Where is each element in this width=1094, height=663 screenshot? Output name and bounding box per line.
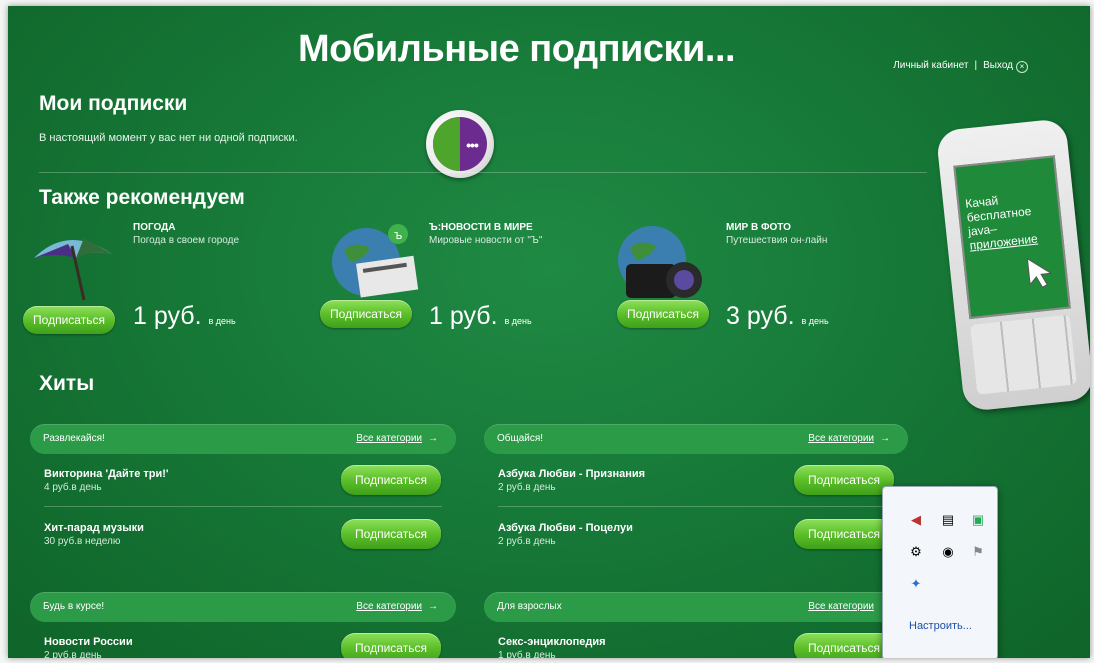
all-categories-link[interactable]: Все категории → bbox=[356, 433, 438, 444]
item-divider bbox=[498, 506, 894, 507]
subscribe-button[interactable]: Подписаться bbox=[794, 519, 894, 549]
list-item: Новости России 2 руб.в день bbox=[44, 636, 133, 658]
item-title: Викторина 'Дайте три!' bbox=[44, 468, 169, 480]
close-icon[interactable]: × bbox=[1016, 61, 1028, 73]
list-item: Азбука Любви - Признания 2 руб.в день bbox=[498, 468, 645, 493]
item-price: 2 руб.в день bbox=[44, 650, 102, 658]
price: 1 руб. в день bbox=[133, 302, 236, 331]
subscribe-button[interactable]: Подписаться bbox=[341, 519, 441, 549]
category-bar: Для взрослых Все категории→ bbox=[484, 592, 908, 622]
all-categories-label: Все категории bbox=[808, 601, 874, 612]
recommend-subtitle: Мировые новости от "Ъ" bbox=[429, 235, 543, 246]
logout-link[interactable]: Выход bbox=[983, 60, 1013, 71]
subscribe-button[interactable]: Подписаться bbox=[23, 306, 115, 334]
item-title: Хит-парад музыки bbox=[44, 522, 144, 534]
price-period: в день bbox=[208, 316, 236, 326]
recommend-heading: Также рекомендуем bbox=[39, 186, 245, 209]
separator: | bbox=[974, 60, 978, 71]
cd-icon[interactable]: ◉ bbox=[939, 543, 957, 561]
all-categories-link[interactable]: Все категории → bbox=[356, 601, 438, 612]
my-subscriptions-empty-text: В настоящий момент у вас нет ни одной по… bbox=[39, 132, 298, 144]
all-categories-link[interactable]: Все категории→ bbox=[808, 601, 890, 612]
recommend-title: ПОГОДА bbox=[133, 222, 176, 233]
recommend-subtitle: Погода в своем городе bbox=[133, 235, 240, 246]
page: Мобильные подписки... Личный кабинет | Вых… bbox=[8, 6, 1090, 658]
my-subscriptions-heading: Мои подписки bbox=[39, 92, 188, 115]
arrow-right-icon: → bbox=[428, 433, 438, 444]
item-price: 2 руб.в день bbox=[498, 482, 556, 493]
globe-camera-icon bbox=[612, 220, 712, 304]
top-links: Личный кабинет | Выход × bbox=[893, 60, 1028, 73]
megafon-logo: ••• bbox=[426, 110, 494, 178]
category-name: Будь в курсе! bbox=[43, 601, 105, 612]
list-item: Хит-парад музыки 30 руб.в неделю bbox=[44, 522, 144, 547]
item-price: 30 руб.в неделю bbox=[44, 536, 121, 547]
category-name: Для взрослых bbox=[497, 601, 562, 612]
phone-promo-banner[interactable]: Качай бесплатное java– приложение bbox=[935, 117, 1090, 413]
all-categories-label: Все категории bbox=[356, 433, 422, 444]
category-name: Общайся! bbox=[497, 433, 544, 444]
recommend-item-photo: МИР В ФОТО Путешествия он-лайн bbox=[726, 222, 827, 246]
bluetooth-icon[interactable]: ✦ bbox=[907, 575, 925, 593]
account-link[interactable]: Личный кабинет bbox=[893, 60, 968, 71]
cursor-arrow-icon bbox=[1026, 257, 1053, 288]
category-bar: Общайся! Все категории → bbox=[484, 424, 908, 454]
tray-overflow-popup: ◀ ▤ ▣ ⚙ ◉ ⚑ ✦ Настроить... bbox=[882, 486, 998, 658]
svg-text:ъ: ъ bbox=[394, 228, 402, 242]
section-divider bbox=[39, 172, 927, 173]
price-value: 1 руб. bbox=[133, 302, 202, 330]
category-name: Развлекайся! bbox=[43, 433, 105, 444]
gear-icon[interactable]: ⚙ bbox=[907, 543, 925, 561]
all-categories-label: Все категории bbox=[356, 601, 422, 612]
item-price: 2 руб.в день bbox=[498, 536, 556, 547]
list-item: Азбука Любви - Поцелуи 2 руб.в день bbox=[498, 522, 633, 547]
subscribe-button[interactable]: Подписаться bbox=[341, 465, 441, 495]
arrow-right-icon: → bbox=[428, 601, 438, 612]
umbrella-icon bbox=[28, 224, 118, 304]
network-icon[interactable]: ▣ bbox=[969, 511, 987, 529]
phone-promo-text: Качай бесплатное java– приложение bbox=[965, 190, 1039, 252]
recommend-title: Ъ:НОВОСТИ В МИРЕ bbox=[429, 222, 533, 233]
list-item: Викторина 'Дайте три!' 4 руб.в день bbox=[44, 468, 169, 493]
flag-icon[interactable]: ⚑ bbox=[969, 543, 987, 561]
arrow-right-icon: → bbox=[880, 433, 890, 444]
subscribe-button[interactable]: Подписаться bbox=[794, 465, 894, 495]
item-title: Азбука Любви - Поцелуи bbox=[498, 522, 633, 534]
item-price: 1 руб.в день bbox=[498, 650, 556, 658]
item-title: Секс-энциклопедия bbox=[498, 636, 606, 648]
all-categories-link[interactable]: Все категории → bbox=[808, 433, 890, 444]
speaker-icon[interactable]: ◀ bbox=[907, 511, 925, 529]
page-title: Мобильные подписки... bbox=[298, 28, 736, 70]
film-icon[interactable]: ▤ bbox=[939, 511, 957, 529]
item-divider bbox=[44, 506, 442, 507]
category-bar: Развлекайся! Все категории → bbox=[30, 424, 456, 454]
list-item: Секс-энциклопедия 1 руб.в день bbox=[498, 636, 606, 658]
subscribe-button[interactable]: Подписаться bbox=[794, 633, 894, 658]
phone-screen: Качай бесплатное java– приложение bbox=[953, 155, 1071, 320]
category-bar: Будь в курсе! Все категории → bbox=[30, 592, 456, 622]
globe-newspaper-icon: ъ bbox=[324, 220, 424, 300]
recommend-item-news: Ъ:НОВОСТИ В МИРЕ Мировые новости от "Ъ" bbox=[429, 222, 542, 246]
subscribe-button[interactable]: Подписаться bbox=[320, 300, 412, 328]
price: 1 руб. в день bbox=[429, 302, 532, 331]
all-categories-label: Все категории bbox=[808, 433, 874, 444]
subscribe-button[interactable]: Подписаться bbox=[617, 300, 709, 328]
hits-heading: Хиты bbox=[39, 372, 95, 395]
price-value: 1 руб. bbox=[429, 302, 498, 330]
recommend-item-weather: ПОГОДА Погода в своем городе bbox=[133, 222, 239, 246]
item-title: Новости России bbox=[44, 636, 133, 648]
phone-keypad bbox=[970, 314, 1077, 395]
customize-link[interactable]: Настроить... bbox=[909, 620, 972, 632]
price-value: 3 руб. bbox=[726, 302, 795, 330]
item-title: Азбука Любви - Признания bbox=[498, 468, 646, 480]
price: 3 руб. в день bbox=[726, 302, 829, 331]
price-period: в день bbox=[504, 316, 532, 326]
subscribe-button[interactable]: Подписаться bbox=[341, 633, 441, 658]
recommend-subtitle: Путешествия он-лайн bbox=[726, 235, 828, 246]
recommend-title: МИР В ФОТО bbox=[726, 222, 791, 233]
item-price: 4 руб.в день bbox=[44, 482, 102, 493]
price-period: в день bbox=[801, 316, 829, 326]
